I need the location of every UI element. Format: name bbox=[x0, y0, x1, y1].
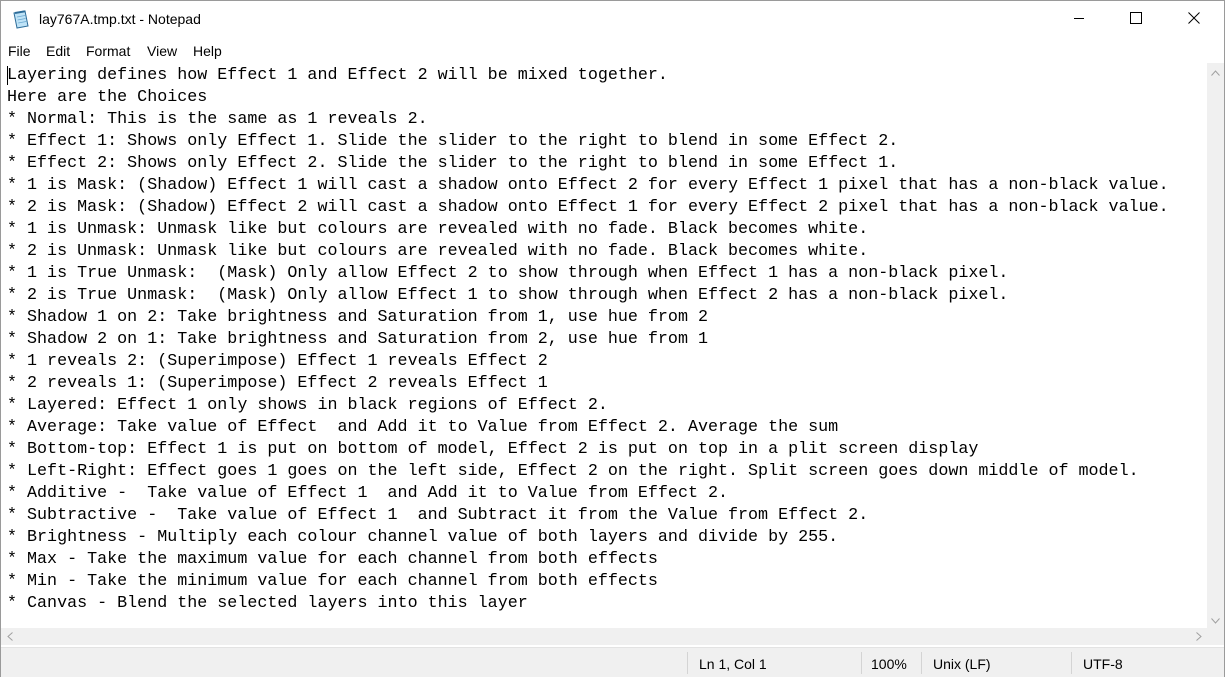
minimize-button[interactable] bbox=[1050, 1, 1108, 39]
text-line[interactable]: * Average: Take value of Effect and Add … bbox=[7, 417, 1169, 439]
menu-help[interactable]: Help bbox=[193, 43, 222, 59]
text-line[interactable]: * 2 is True Unmask: (Mask) Only allow Ef… bbox=[7, 285, 1169, 307]
menu-file[interactable]: File bbox=[8, 43, 31, 59]
text-line[interactable]: * Left-Right: Effect goes 1 goes on the … bbox=[7, 461, 1169, 483]
status-bar: Ln 1, Col 1 100% Unix (LF) UTF-8 bbox=[1, 647, 1224, 677]
vertical-scrollbar[interactable] bbox=[1207, 63, 1224, 628]
text-line[interactable]: * 2 is Unmask: Unmask like but colours a… bbox=[7, 241, 1169, 263]
text-line[interactable]: * Effect 2: Shows only Effect 2. Slide t… bbox=[7, 153, 1169, 175]
text-line[interactable]: * Min - Take the minimum value for each … bbox=[7, 571, 1169, 593]
text-line[interactable]: * Additive - Take value of Effect 1 and … bbox=[7, 483, 1169, 505]
text-line[interactable]: Layering defines how Effect 1 and Effect… bbox=[7, 65, 1169, 87]
status-position: Ln 1, Col 1 bbox=[699, 656, 767, 672]
status-divider bbox=[921, 652, 922, 674]
text-line[interactable]: * Layered: Effect 1 only shows in black … bbox=[7, 395, 1169, 417]
text-line[interactable]: * Effect 1: Shows only Effect 1. Slide t… bbox=[7, 131, 1169, 153]
minimize-icon bbox=[1073, 11, 1085, 29]
horizontal-scrollbar[interactable] bbox=[1, 628, 1207, 645]
text-line[interactable]: * Shadow 1 on 2: Take brightness and Sat… bbox=[7, 307, 1169, 329]
menu-bar: File Edit Format View Help bbox=[1, 39, 1224, 63]
close-icon bbox=[1188, 11, 1200, 29]
chevron-left-icon bbox=[6, 628, 13, 646]
text-line[interactable]: * 1 reveals 2: (Superimpose) Effect 1 re… bbox=[7, 351, 1169, 373]
status-divider bbox=[687, 652, 688, 674]
close-button[interactable] bbox=[1165, 1, 1223, 39]
chevron-up-icon bbox=[1211, 63, 1220, 81]
menu-format[interactable]: Format bbox=[86, 43, 130, 59]
menu-view[interactable]: View bbox=[147, 43, 177, 59]
text-line[interactable]: * Bottom-top: Effect 1 is put on bottom … bbox=[7, 439, 1169, 461]
scroll-right-button[interactable] bbox=[1190, 628, 1207, 645]
text-line[interactable]: * Canvas - Blend the selected layers int… bbox=[7, 593, 1169, 615]
text-editor[interactable]: Layering defines how Effect 1 and Effect… bbox=[1, 63, 1207, 628]
scroll-up-button[interactable] bbox=[1207, 63, 1224, 80]
chevron-right-icon bbox=[1195, 628, 1202, 646]
status-zoom: 100% bbox=[871, 656, 907, 672]
text-line[interactable]: * 1 is Mask: (Shadow) Effect 1 will cast… bbox=[7, 175, 1169, 197]
status-divider bbox=[861, 652, 862, 674]
text-line[interactable]: * Subtractive - Take value of Effect 1 a… bbox=[7, 505, 1169, 527]
window-title: lay767A.tmp.txt - Notepad bbox=[39, 11, 201, 27]
scrollbar-corner bbox=[1207, 628, 1224, 645]
text-line[interactable]: * 2 is Mask: (Shadow) Effect 2 will cast… bbox=[7, 197, 1169, 219]
text-line[interactable]: Here are the Choices bbox=[7, 87, 1169, 109]
text-line[interactable]: * Shadow 2 on 1: Take brightness and Sat… bbox=[7, 329, 1169, 351]
maximize-button[interactable] bbox=[1107, 1, 1165, 39]
text-line[interactable]: * 1 is Unmask: Unmask like but colours a… bbox=[7, 219, 1169, 241]
status-divider bbox=[1071, 652, 1072, 674]
notepad-window: lay767A.tmp.txt - Notepad File Edit Form… bbox=[0, 0, 1225, 677]
text-line[interactable]: * Max - Take the maximum value for each … bbox=[7, 549, 1169, 571]
text-line[interactable]: * Normal: This is the same as 1 reveals … bbox=[7, 109, 1169, 131]
editor-text[interactable]: Layering defines how Effect 1 and Effect… bbox=[7, 65, 1169, 615]
text-line[interactable]: * Brightness - Multiply each colour chan… bbox=[7, 527, 1169, 549]
maximize-icon bbox=[1130, 11, 1142, 29]
scroll-left-button[interactable] bbox=[1, 628, 18, 645]
title-bar[interactable]: lay767A.tmp.txt - Notepad bbox=[1, 1, 1224, 39]
status-encoding: UTF-8 bbox=[1083, 656, 1123, 672]
chevron-down-icon bbox=[1211, 611, 1220, 629]
text-line[interactable]: * 1 is True Unmask: (Mask) Only allow Ef… bbox=[7, 263, 1169, 285]
menu-edit[interactable]: Edit bbox=[46, 43, 70, 59]
text-caret bbox=[7, 66, 8, 85]
text-line[interactable]: * 2 reveals 1: (Superimpose) Effect 2 re… bbox=[7, 373, 1169, 395]
status-line-ending: Unix (LF) bbox=[933, 656, 991, 672]
notepad-icon[interactable] bbox=[12, 10, 30, 29]
scroll-down-button[interactable] bbox=[1207, 611, 1224, 628]
